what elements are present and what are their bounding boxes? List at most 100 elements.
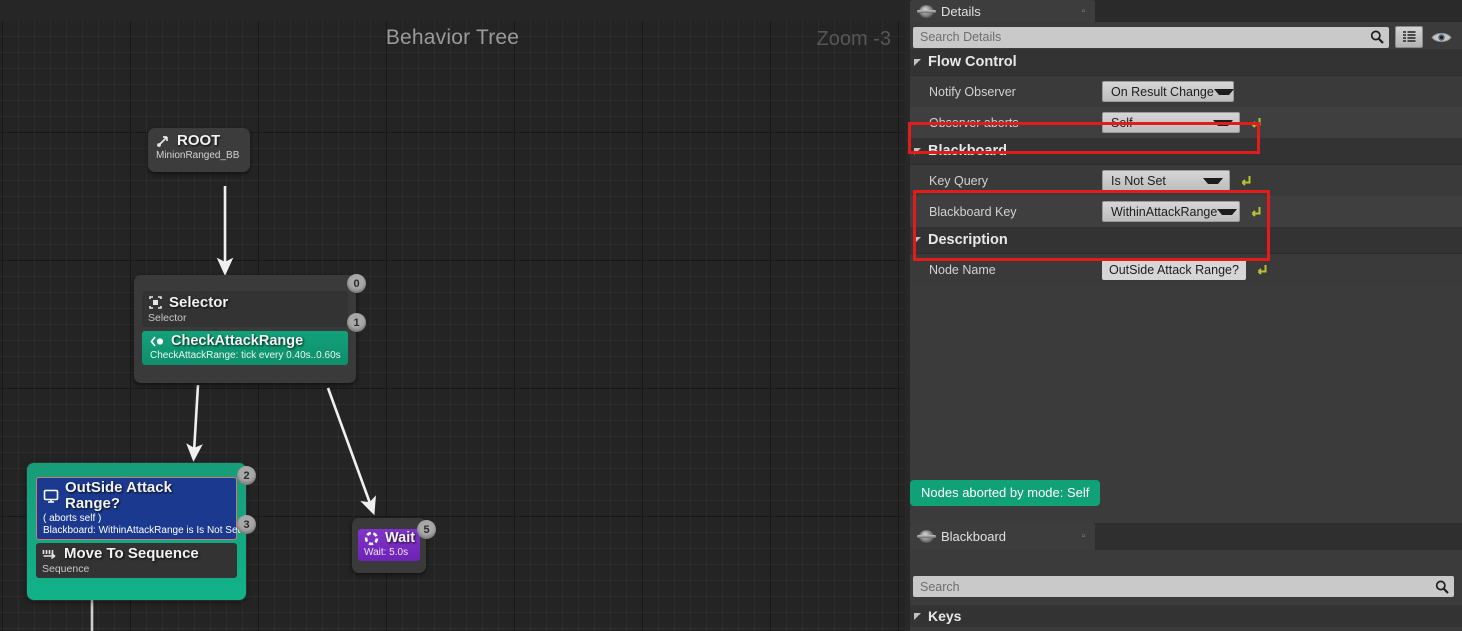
property-row: Observer aborts Self <box>905 107 1462 138</box>
decorator-subtitle-blackboard: Blackboard: WithinAttackRange is Is Not … <box>43 525 241 537</box>
panel-splitter[interactable] <box>905 0 910 631</box>
node-wait-body[interactable]: Wait Wait: 5.0s <box>352 518 426 574</box>
node-wait[interactable]: 5 Wait Wait: 5.0s <box>352 518 436 574</box>
root-arrow-icon <box>157 136 168 148</box>
tab-blackboard-label: Blackboard <box>941 529 1007 544</box>
section-title: Description <box>928 232 1008 248</box>
blackboard-keys-label: Keys <box>928 608 962 624</box>
node-decorator-outside-attack-range[interactable]: OutSide Attack Range? ( aborts self ) Bl… <box>36 477 241 541</box>
blackboard-tabstrip: Blackboard ▫ <box>905 523 1462 550</box>
details-search-row: Search Details <box>905 22 1462 49</box>
behavior-tree-editor: Behavior Tree Zoom -3 ROOT MinionRanged_… <box>0 0 1462 631</box>
reset-to-default-icon[interactable] <box>1239 174 1252 188</box>
dropdown-value: On Result Change <box>1111 84 1214 99</box>
details-tabstrip: Details ▫ <box>905 0 1462 22</box>
eye-visibility-icon[interactable] <box>1428 26 1454 48</box>
close-icon[interactable]: ▫ <box>1078 6 1089 17</box>
property-value-cell: Self <box>1102 112 1462 133</box>
dropdown-value: Is Not Set <box>1111 173 1166 188</box>
node-outside-body[interactable]: OutSide Attack Range? ( aborts self ) Bl… <box>27 463 246 601</box>
property-label: Node Name <box>929 262 996 277</box>
service-subtitle: CheckAttackRange: tick every 0.40s..0.60… <box>150 350 341 362</box>
decorator-subtitle-aborts: ( aborts self ) <box>43 512 102 524</box>
blackboard-search-input[interactable]: Search <box>913 576 1454 597</box>
property-label: Observer aborts <box>929 115 1019 130</box>
status-badge-aborted-nodes: Nodes aborted by mode: Self <box>910 480 1101 506</box>
wait-title: Wait <box>385 530 416 546</box>
wait-subtitle: Wait: 5.0s <box>364 547 409 559</box>
section-header-flow-control[interactable]: Flow Control <box>905 49 1462 76</box>
chevron-down-icon <box>1213 88 1234 95</box>
section-title: Blackboard <box>928 143 1007 159</box>
node-selector-subtitle: Selector <box>148 311 187 324</box>
reset-to-default-icon[interactable] <box>1255 263 1268 277</box>
sequence-title: Move To Sequence <box>64 545 199 563</box>
property-row: Notify Observer On Result Change <box>905 76 1462 107</box>
node-outside-attack-range[interactable]: 2 3 OutSide Attack Range? ( aborts self … <box>27 463 256 601</box>
dropdown-observer-aborts[interactable]: Self <box>1102 112 1240 133</box>
search-icon <box>1435 580 1449 594</box>
tab-details-label: Details <box>941 3 981 19</box>
decorator-title: OutSide Attack Range? <box>65 479 172 512</box>
chevron-down-icon <box>914 236 921 244</box>
unreal-chip-icon <box>917 530 936 543</box>
wait-title-row: Wait <box>364 530 416 546</box>
search-details-placeholder: Search Details <box>920 30 1002 44</box>
text-field-node-name[interactable]: OutSide Attack Range? <box>1102 259 1246 280</box>
service-title: CheckAttackRange <box>171 333 304 350</box>
selector-brackets-icon <box>149 296 162 310</box>
reset-to-default-icon[interactable] <box>1249 205 1262 219</box>
dropdown-key-query[interactable]: Is Not Set <box>1102 170 1230 191</box>
property-value-cell: WithinAttackRange <box>1102 201 1462 222</box>
property-value-cell: OutSide Attack Range? <box>1102 259 1462 280</box>
section-header-description[interactable]: Description <box>905 227 1462 254</box>
node-root-subtitle: MinionRanged_BB <box>156 149 240 161</box>
tab-blackboard[interactable]: Blackboard ▫ <box>910 523 1095 550</box>
close-icon[interactable]: ▫ <box>1078 531 1089 542</box>
property-value-cell: On Result Change <box>1102 81 1462 102</box>
search-details-input[interactable]: Search Details <box>913 26 1389 48</box>
grid-view-icon[interactable] <box>1395 26 1423 48</box>
node-selector-body[interactable]: Selector Selector CheckAttackRange Check… <box>134 275 356 384</box>
right-panel-stack: Details ▫ Search Details Flow Control No… <box>905 0 1462 631</box>
node-root-body[interactable]: ROOT MinionRanged_BB <box>148 128 250 172</box>
property-row: Blackboard Key WithinAttackRange <box>905 196 1462 227</box>
dropdown-blackboard-key[interactable]: WithinAttackRange <box>1102 201 1240 222</box>
section-title: Flow Control <box>928 54 1017 70</box>
property-label: Key Query <box>929 173 989 188</box>
chevron-down-icon <box>914 612 921 620</box>
dropdown-value: WithinAttackRange <box>1111 204 1218 219</box>
service-diamond-icon <box>150 336 164 347</box>
property-label: Blackboard Key <box>929 204 1017 219</box>
details-property-list: Flow Control Notify Observer On Result Cha… <box>905 49 1462 405</box>
graph-top-bar <box>0 0 905 21</box>
dropdown-value: Self <box>1111 115 1133 130</box>
node-outside-index-bottom: 3 <box>237 515 256 534</box>
unreal-chip-icon <box>917 4 936 18</box>
property-value-cell: Is Not Set <box>1102 170 1462 191</box>
property-row: Node Name OutSide Attack Range? <box>905 254 1462 285</box>
chevron-down-icon <box>1217 208 1238 215</box>
node-wait-task[interactable]: Wait Wait: 5.0s <box>358 529 420 562</box>
sequence-title-row: Move To Sequence <box>42 546 231 562</box>
node-selector-main: Selector Selector <box>142 291 348 328</box>
node-selector-title: Selector <box>169 294 229 311</box>
node-selector-title-row: Selector <box>148 295 342 311</box>
sequence-steps-icon <box>42 549 56 560</box>
node-selector-service[interactable]: CheckAttackRange CheckAttackRange: tick … <box>142 331 348 366</box>
blackboard-keys-header[interactable]: Keys <box>905 605 1462 627</box>
reset-to-default-icon[interactable] <box>1249 116 1262 130</box>
chevron-down-icon <box>914 147 921 155</box>
node-root[interactable]: ROOT MinionRanged_BB <box>148 128 250 172</box>
node-selector[interactable]: 0 1 Selector Selector CheckAttackRange C… <box>134 274 366 384</box>
node-move-to-sequence[interactable]: Move To Sequence Sequence <box>36 543 237 579</box>
dropdown-notify-observer[interactable]: On Result Change <box>1102 81 1234 102</box>
blackboard-monitor-icon <box>43 489 59 503</box>
section-header-blackboard[interactable]: Blackboard <box>905 138 1462 165</box>
service-title-row: CheckAttackRange <box>150 333 342 350</box>
node-root-title: ROOT <box>177 132 221 149</box>
chevron-down-icon <box>1203 177 1223 184</box>
chevron-down-icon <box>914 58 921 66</box>
tab-details[interactable]: Details ▫ <box>910 0 1095 22</box>
behavior-tree-graph-canvas[interactable]: Behavior Tree Zoom -3 ROOT MinionRanged_… <box>0 0 905 631</box>
